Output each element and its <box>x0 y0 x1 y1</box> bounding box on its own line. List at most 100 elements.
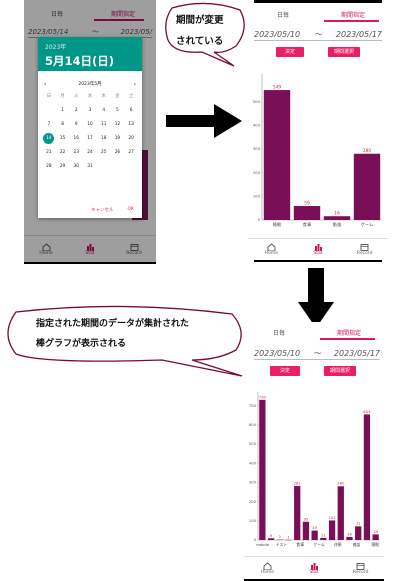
next-month-icon[interactable]: › <box>134 81 136 88</box>
decide-button[interactable]: 決定 <box>276 47 304 57</box>
select-period-button[interactable]: 期間選択 <box>328 47 360 57</box>
calendar-day[interactable]: 21 <box>42 147 56 158</box>
calendar-day[interactable]: 29 <box>56 161 70 172</box>
nav-record[interactable]: Record <box>112 236 156 262</box>
y-tick-label: 300 <box>253 146 261 151</box>
calendar-day[interactable]: 22 <box>56 147 70 158</box>
bar[interactable] <box>320 537 327 540</box>
nav-record[interactable]: Record <box>341 239 388 260</box>
bar-chart-icon <box>314 244 322 251</box>
bar-value-label: 95 <box>304 516 309 521</box>
start-date-field[interactable]: 2023/05/14 <box>28 28 68 36</box>
tab-period[interactable]: 期間指定 <box>318 10 388 19</box>
cancel-button[interactable]: キャンセル <box>91 207 114 213</box>
bar[interactable] <box>372 534 379 540</box>
calendar-day[interactable]: 15 <box>56 133 70 144</box>
bar-value-label: 9 <box>270 533 273 538</box>
bar[interactable] <box>323 216 351 220</box>
calendar-day[interactable]: 28 <box>42 161 56 172</box>
bar-value-label: 71 <box>356 521 361 526</box>
x-category-label: 睡眠 <box>372 542 380 547</box>
start-date-field[interactable]: 2023/05/10 <box>254 349 300 358</box>
calendar-day[interactable]: 10 <box>83 119 97 130</box>
ok-button[interactable]: OK <box>128 207 135 213</box>
select-period-button[interactable]: 期間選択 <box>324 366 356 376</box>
end-date-field[interactable]: 2023/05/17 <box>336 30 382 39</box>
calendar-day[interactable]: 12 <box>111 119 125 130</box>
calendar-day[interactable]: 30 <box>69 161 83 172</box>
calendar-day[interactable]: 24 <box>83 147 97 158</box>
calendar-day-selected[interactable]: 14 <box>43 133 55 144</box>
calendar-day[interactable]: 11 <box>97 119 111 130</box>
prev-month-icon[interactable]: ‹ <box>44 81 46 88</box>
bar[interactable] <box>355 526 362 540</box>
nav-stat[interactable]: Stat <box>291 557 338 579</box>
month-label: 2023年5月 <box>78 82 102 87</box>
calendar-day[interactable]: 8 <box>56 119 70 130</box>
calendar-day[interactable]: 9 <box>69 119 83 130</box>
calendar-day[interactable]: 20 <box>124 133 138 144</box>
date-range-row: 2023/05/10 〜 2023/05/17 <box>254 348 380 360</box>
start-date-field[interactable]: 2023/05/10 <box>254 30 300 39</box>
calendar-day[interactable]: 16 <box>69 133 83 144</box>
callout-bottom-line1: 指定された期間のデータが集計された <box>36 319 190 329</box>
calendar-day[interactable]: 1 <box>56 105 70 116</box>
home-icon <box>263 561 272 570</box>
bar[interactable] <box>363 414 371 540</box>
callout-top-line1: 期間が変更 <box>176 15 224 26</box>
bar[interactable] <box>346 536 353 540</box>
calendar-day[interactable]: 13 <box>124 119 138 130</box>
bar[interactable] <box>302 521 310 540</box>
x-category-label: 勉強 <box>333 221 342 228</box>
calendar-day[interactable]: 23 <box>69 147 83 158</box>
dialog-actions: キャンセル OK <box>91 207 134 213</box>
bar[interactable] <box>263 90 291 220</box>
calendar-day[interactable]: 2 <box>69 105 83 116</box>
nav-record[interactable]: Record <box>337 557 384 579</box>
nav-home[interactable]: Home <box>244 557 291 579</box>
bar[interactable] <box>337 486 344 540</box>
tab-daily[interactable]: 日毎 <box>244 328 314 337</box>
calendar-day[interactable]: 17 <box>83 133 97 144</box>
bar[interactable] <box>328 520 336 540</box>
callout-top-line2: されている <box>176 36 224 47</box>
calendar-day[interactable]: 25 <box>97 147 111 158</box>
month-navigation: ‹ 2023年5月 › <box>38 77 142 91</box>
nav-home[interactable]: Home <box>248 239 295 260</box>
bar[interactable] <box>353 153 381 220</box>
end-date-field[interactable]: 2023/05/17 <box>334 349 380 358</box>
calendar-day[interactable]: 31 <box>83 161 97 172</box>
calendar-day[interactable]: 4 <box>97 105 111 116</box>
calendar-day[interactable]: 5 <box>111 105 125 116</box>
calendar-day[interactable]: 6 <box>124 105 138 116</box>
end-date-field[interactable]: 2023/05/ <box>121 28 152 36</box>
phone-screen-chart-1: 日毎 期間指定 2023/05/10 〜 2023/05/17 決定 期間選択 … <box>248 0 388 262</box>
calendar-day[interactable]: 19 <box>111 133 125 144</box>
bar[interactable] <box>267 538 275 540</box>
calendar-day[interactable]: 3 <box>83 105 97 116</box>
date-picker-year[interactable]: 2023年 <box>45 42 135 51</box>
bar[interactable] <box>259 399 266 540</box>
bar[interactable] <box>293 206 321 220</box>
bar[interactable] <box>294 486 301 540</box>
callout-bottom-line2: 棒グラフが表示される <box>36 339 127 349</box>
tab-period[interactable]: 期間指定 <box>90 9 156 18</box>
tab-period[interactable]: 期間指定 <box>314 328 384 337</box>
weekday-header: 水 <box>87 94 93 99</box>
nav-stat[interactable]: Stat <box>68 236 112 262</box>
tab-daily[interactable]: 日毎 <box>24 9 90 18</box>
calendar-day[interactable]: 27 <box>124 147 138 158</box>
x-category-label: 食事 <box>303 221 311 228</box>
decide-button[interactable]: 決定 <box>270 366 300 376</box>
calendar-day[interactable]: 18 <box>97 133 111 144</box>
calendar-day[interactable]: 26 <box>111 147 125 158</box>
bar[interactable] <box>311 530 318 540</box>
nav-stat[interactable]: Stat <box>295 239 342 260</box>
y-tick-label: 500 <box>249 441 257 446</box>
tab-daily[interactable]: 日毎 <box>248 10 318 19</box>
tilde-label: 〜 <box>314 30 322 39</box>
bar-chart-icon <box>86 243 94 251</box>
weekday-header: 土 <box>128 94 134 99</box>
nav-home[interactable]: Home <box>24 236 68 262</box>
calendar-day[interactable]: 7 <box>42 119 56 130</box>
